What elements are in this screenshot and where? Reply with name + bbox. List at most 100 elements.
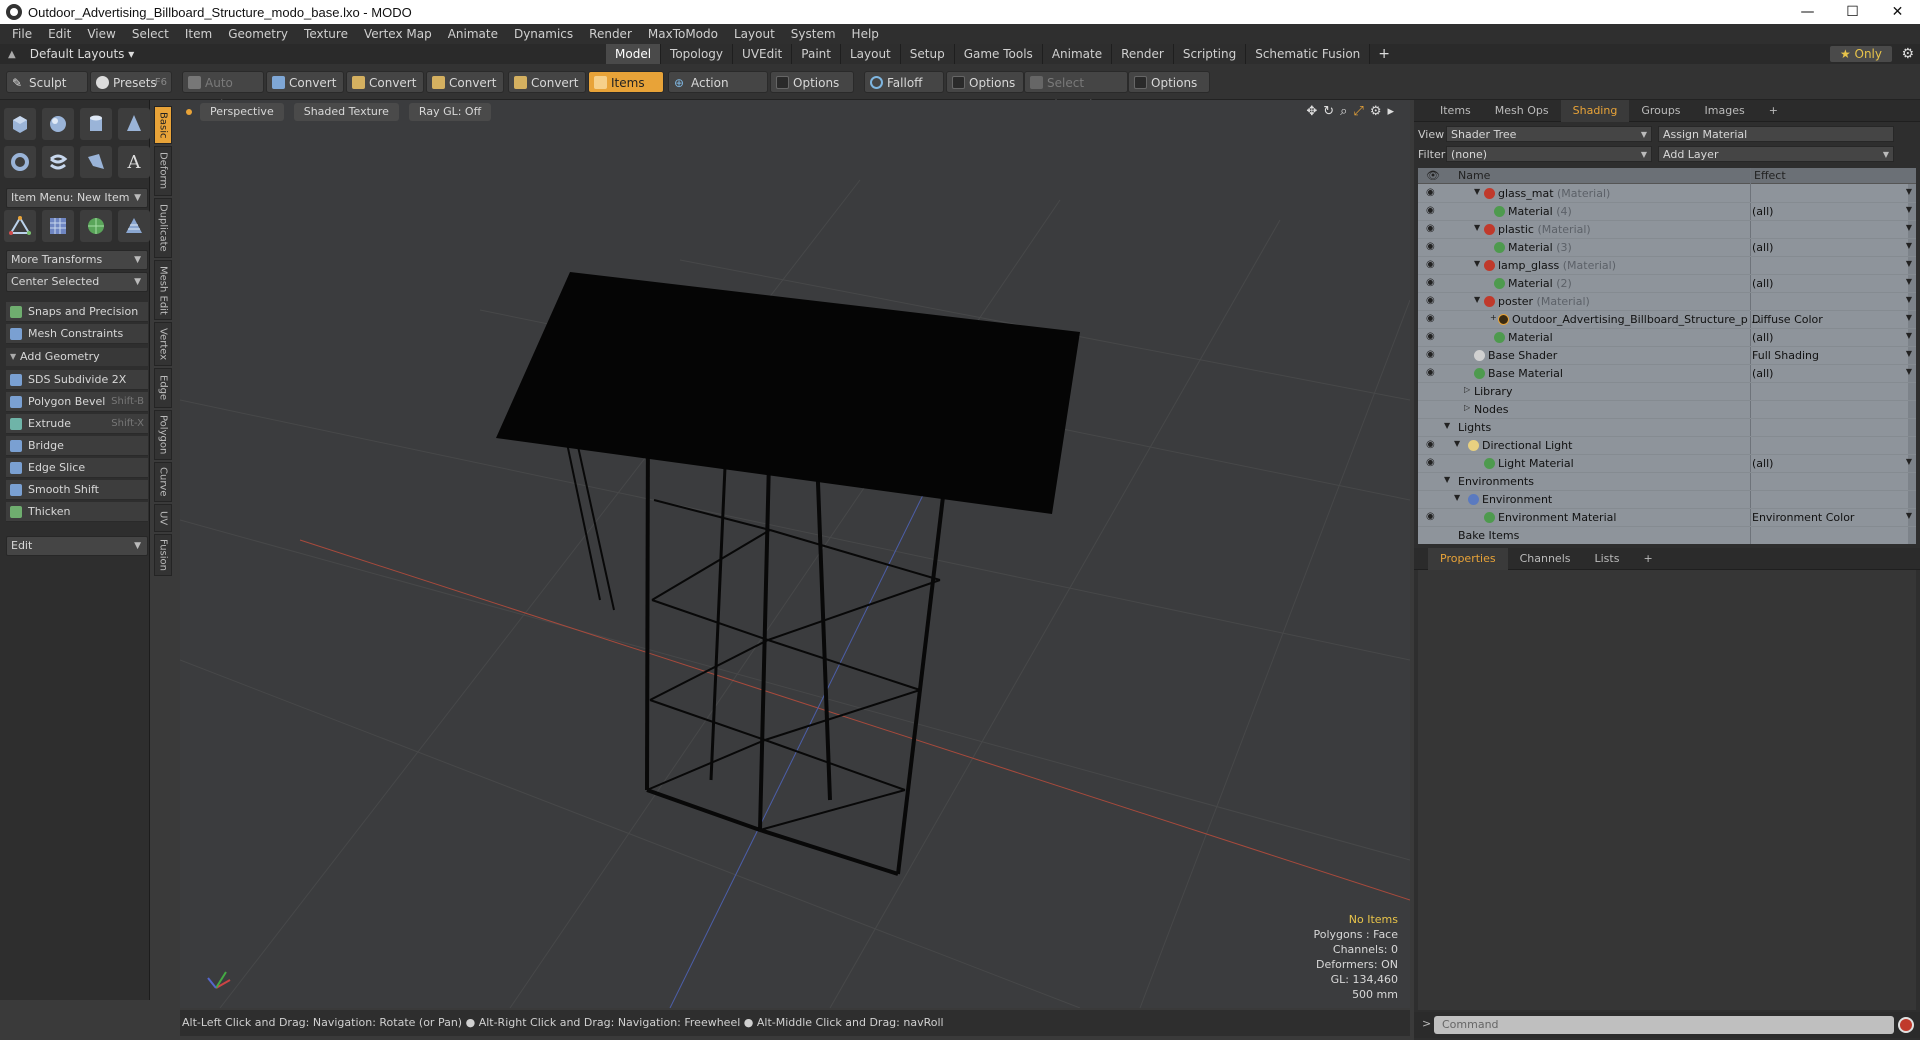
- item-menu-dropdown[interactable]: Item Menu: New Item ▼: [6, 188, 148, 208]
- vtab-fusion[interactable]: Fusion: [154, 534, 172, 576]
- tree-row[interactable]: ◉ Base Shader Full Shading ▼: [1418, 347, 1916, 365]
- items-mode-button[interactable]: Items: [588, 71, 664, 93]
- tree-row[interactable]: ◉ ▼ Directional Light: [1418, 437, 1916, 455]
- vtab-curve[interactable]: Curve: [154, 462, 172, 502]
- bridge-button[interactable]: Bridge: [6, 436, 148, 456]
- eye-icon[interactable]: ◉: [1426, 313, 1435, 324]
- add-geometry-section[interactable]: ▼ Add Geometry: [6, 348, 148, 366]
- gear-icon[interactable]: ⚙: [1901, 46, 1914, 62]
- minimize-button[interactable]: —: [1785, 0, 1830, 24]
- tree-row[interactable]: ◉ ▼ glass_mat (Material) ▼: [1418, 185, 1916, 203]
- cone-icon[interactable]: [118, 108, 150, 140]
- menu-view[interactable]: View: [79, 27, 123, 41]
- mesh-constraints-button[interactable]: Mesh Constraints: [6, 324, 148, 344]
- vtab-edge[interactable]: Edge: [154, 368, 172, 408]
- tree-row[interactable]: ◉ ▼ poster (Material) ▼: [1418, 293, 1916, 311]
- action-center-options-button[interactable]: Options: [770, 71, 854, 93]
- default-layouts-dropdown[interactable]: Default Layouts ▾: [30, 47, 135, 61]
- fit-view-icon[interactable]: ⤢: [1353, 104, 1363, 119]
- tree-row[interactable]: ◉ Material (all) ▼: [1418, 329, 1916, 347]
- tree-row[interactable]: ◉ Material (3) (all) ▼: [1418, 239, 1916, 257]
- action-center-button[interactable]: ⊕ Action Center: [668, 71, 768, 112]
- eye-icon[interactable]: ◉: [1426, 439, 1435, 450]
- effect-column-header[interactable]: Effect: [1754, 169, 1786, 182]
- convert-button-1[interactable]: Convert: [266, 71, 344, 93]
- menu-layout[interactable]: Layout: [726, 27, 783, 41]
- tree-row[interactable]: ◉ ▼ plastic (Material) ▼: [1418, 221, 1916, 239]
- tree-row[interactable]: ▼ Lights: [1418, 419, 1916, 437]
- tab-groups[interactable]: Groups: [1629, 100, 1692, 122]
- menu-geometry[interactable]: Geometry: [220, 27, 296, 41]
- tree-row[interactable]: ◉ Environment Material Environment Color…: [1418, 509, 1916, 527]
- tree-row[interactable]: ▷ Nodes: [1418, 401, 1916, 419]
- sds-subdivide-button[interactable]: SDS Subdivide 2X: [6, 370, 148, 390]
- tree-row[interactable]: ◉ ▼ lamp_glass (Material) ▼: [1418, 257, 1916, 275]
- globe-icon[interactable]: [80, 210, 112, 242]
- vtab-duplicate[interactable]: Duplicate: [154, 198, 172, 258]
- vtab-vertex[interactable]: Vertex: [154, 322, 172, 366]
- torus-icon[interactable]: [4, 146, 36, 178]
- 3d-viewport[interactable]: Perspective Shaded Texture Ray GL: Off ✥…: [180, 100, 1410, 1008]
- vtab-polygon[interactable]: Polygon: [154, 410, 172, 460]
- pen-tool-icon[interactable]: [80, 146, 112, 178]
- more-transforms-dropdown[interactable]: More Transforms ▼: [6, 250, 148, 270]
- polygon-bevel-button[interactable]: Polygon Bevel Shift-B: [6, 392, 148, 412]
- tab-game-tools[interactable]: Game Tools: [954, 44, 1043, 64]
- tree-row[interactable]: ◉ Base Material (all) ▼: [1418, 365, 1916, 383]
- eye-icon[interactable]: ◉: [1426, 331, 1435, 342]
- vtab-deform[interactable]: Deform: [154, 146, 172, 196]
- falloff-button[interactable]: Falloff: [864, 71, 944, 93]
- tab-images[interactable]: Images: [1693, 100, 1757, 122]
- vtab-mesh-edit[interactable]: Mesh Edit: [154, 260, 172, 320]
- auto-select-button[interactable]: Auto Select: [182, 71, 264, 112]
- maximize-button[interactable]: ☐: [1830, 0, 1875, 24]
- tab-render[interactable]: Render: [1112, 44, 1174, 64]
- smooth-shift-button[interactable]: Smooth Shift: [6, 480, 148, 500]
- tree-row[interactable]: ▼ Environments: [1418, 473, 1916, 491]
- shader-tree[interactable]: 👁 Name Effect ◉ ▼ glass_mat (Material) ▼…: [1418, 168, 1916, 544]
- convert-button-3[interactable]: Convert: [426, 71, 504, 93]
- stop-icon[interactable]: [1898, 1017, 1914, 1033]
- text-tool-icon[interactable]: A: [118, 146, 150, 178]
- tab-properties[interactable]: Properties: [1428, 547, 1508, 570]
- add-props-tab-button[interactable]: +: [1631, 548, 1664, 570]
- add-layer-dropdown[interactable]: Add Layer ▼: [1658, 146, 1894, 162]
- convert-button-4[interactable]: Convert: [508, 71, 586, 93]
- view-dropdown[interactable]: Shader Tree ▼: [1446, 126, 1652, 142]
- tree-row[interactable]: ▼ Environment: [1418, 491, 1916, 509]
- vtab-uv[interactable]: UV: [154, 504, 172, 532]
- arrow-up-icon[interactable]: ▲: [8, 49, 16, 60]
- tab-schematic-fusion[interactable]: Schematic Fusion: [1246, 44, 1371, 64]
- add-panel-tab-button[interactable]: +: [1757, 100, 1790, 122]
- menu-file[interactable]: File: [4, 27, 40, 41]
- scene-canvas[interactable]: [180, 100, 1410, 1008]
- center-selected-dropdown[interactable]: Center Selected ▼: [6, 272, 148, 292]
- capsule-icon[interactable]: [42, 146, 74, 178]
- name-column-header[interactable]: Name: [1458, 169, 1490, 182]
- sculpt-button[interactable]: ✎ Sculpt: [6, 71, 88, 93]
- menu-render[interactable]: Render: [581, 27, 640, 41]
- viewport-settings-icon[interactable]: ⚙: [1370, 104, 1382, 119]
- move-view-icon[interactable]: ✥: [1306, 104, 1317, 119]
- menu-dynamics[interactable]: Dynamics: [506, 27, 581, 41]
- tab-scripting[interactable]: Scripting: [1173, 44, 1247, 64]
- sphere-icon[interactable]: [42, 108, 74, 140]
- eye-icon[interactable]: ◉: [1426, 241, 1435, 252]
- polygon-tool-icon[interactable]: [4, 210, 36, 242]
- eye-icon[interactable]: ◉: [1426, 295, 1435, 306]
- tab-shading[interactable]: Shading: [1560, 99, 1630, 122]
- wedge-icon[interactable]: [118, 210, 150, 242]
- billboard-panel[interactable]: [496, 272, 1080, 514]
- menu-system[interactable]: System: [783, 27, 844, 41]
- tree-row[interactable]: ◉ Light Material (all) ▼: [1418, 455, 1916, 473]
- cube-icon[interactable]: [4, 108, 36, 140]
- presets-button[interactable]: Presets F6: [90, 71, 172, 93]
- menu-item[interactable]: Item: [177, 27, 220, 41]
- edit-dropdown[interactable]: Edit ▼: [6, 536, 148, 556]
- filter-dropdown[interactable]: (none) ▼: [1446, 146, 1652, 162]
- tab-channels[interactable]: Channels: [1508, 548, 1583, 570]
- convert-button-2[interactable]: Convert: [346, 71, 424, 93]
- perspective-dropdown[interactable]: Perspective: [200, 103, 284, 121]
- eye-icon[interactable]: ◉: [1426, 511, 1435, 522]
- eye-icon[interactable]: ◉: [1426, 277, 1435, 288]
